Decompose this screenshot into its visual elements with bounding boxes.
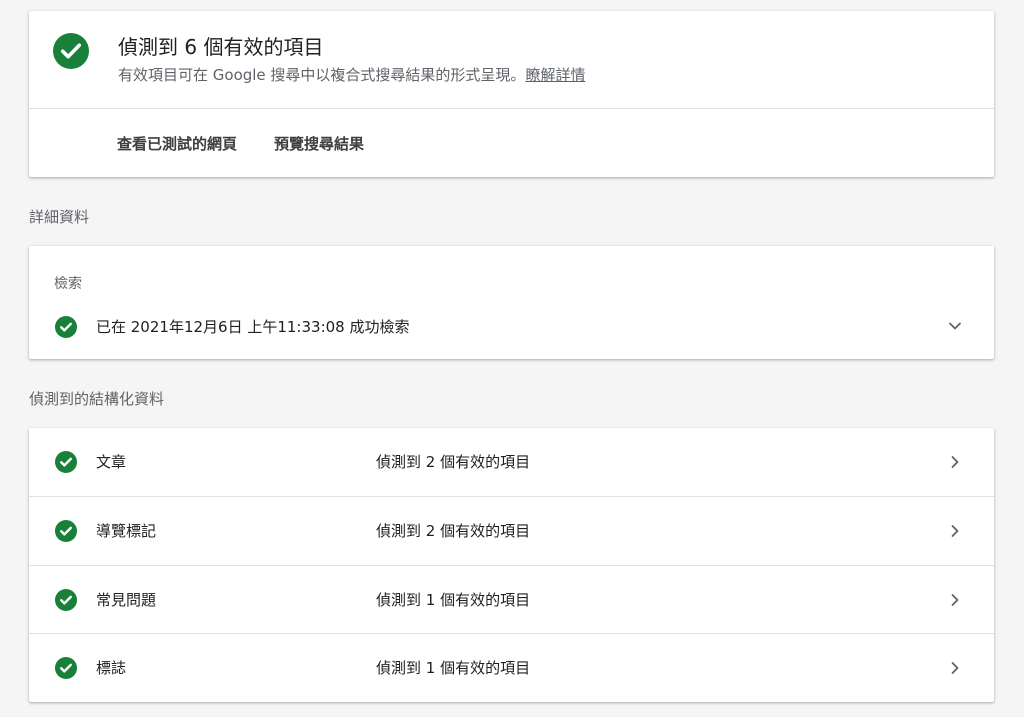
chevron-right-icon[interactable] [947,592,963,608]
check-circle-icon [55,657,77,679]
summary-card: 偵測到 6 個有效的項目 有效項目可在 Google 搜尋中以複合式搜尋結果的形… [29,11,994,177]
item-count: 偵測到 2 個有效的項目 [376,522,531,540]
check-circle-icon [55,451,77,473]
item-name: 導覽標記 [96,522,157,540]
item-count: 偵測到 2 個有效的項目 [376,453,531,471]
item-count: 偵測到 1 個有效的項目 [376,659,531,677]
list-item[interactable]: 常見問題 偵測到 1 個有效的項目 [29,565,994,633]
check-circle-icon [55,520,77,542]
item-name: 常見問題 [96,591,157,609]
check-circle-icon [55,316,77,338]
chevron-right-icon[interactable] [947,660,963,676]
chevron-down-icon[interactable] [947,318,963,334]
summary-description: 有效項目可在 Google 搜尋中以複合式搜尋結果的形式呈現。瞭解詳情 [118,64,585,85]
item-count: 偵測到 1 個有效的項目 [376,591,531,609]
crawl-status: 已在 2021年12月6日 上午11:33:08 成功檢索 [96,318,410,336]
summary-title: 偵測到 6 個有效的項目 [118,35,324,59]
chevron-right-icon[interactable] [947,523,963,539]
list-item[interactable]: 文章 偵測到 2 個有效的項目 [29,428,994,496]
crawl-card[interactable]: 檢索 已在 2021年12月6日 上午11:33:08 成功檢索 [29,246,994,359]
summary-description-text: 有效項目可在 Google 搜尋中以複合式搜尋結果的形式呈現。 [118,66,526,84]
learn-more-link[interactable]: 瞭解詳情 [525,66,585,84]
list-item[interactable]: 標誌 偵測到 1 個有效的項目 [29,633,994,701]
check-circle-icon [53,33,89,69]
chevron-right-icon[interactable] [947,454,963,470]
view-tested-page-button[interactable]: 查看已測試的網頁 [117,133,237,154]
divider [29,108,994,109]
details-heading: 詳細資料 [29,208,90,226]
item-name: 文章 [96,453,127,471]
check-circle-icon [55,589,77,611]
item-name: 標誌 [96,659,127,677]
structured-data-list: 文章 偵測到 2 個有效的項目 導覽標記 偵測到 2 個有效的項目 常見問題 偵… [29,428,994,702]
list-item[interactable]: 導覽標記 偵測到 2 個有效的項目 [29,496,994,564]
preview-results-button[interactable]: 預覽搜尋結果 [274,133,364,154]
structured-data-heading: 偵測到的結構化資料 [29,390,165,408]
crawl-label: 檢索 [54,276,82,292]
